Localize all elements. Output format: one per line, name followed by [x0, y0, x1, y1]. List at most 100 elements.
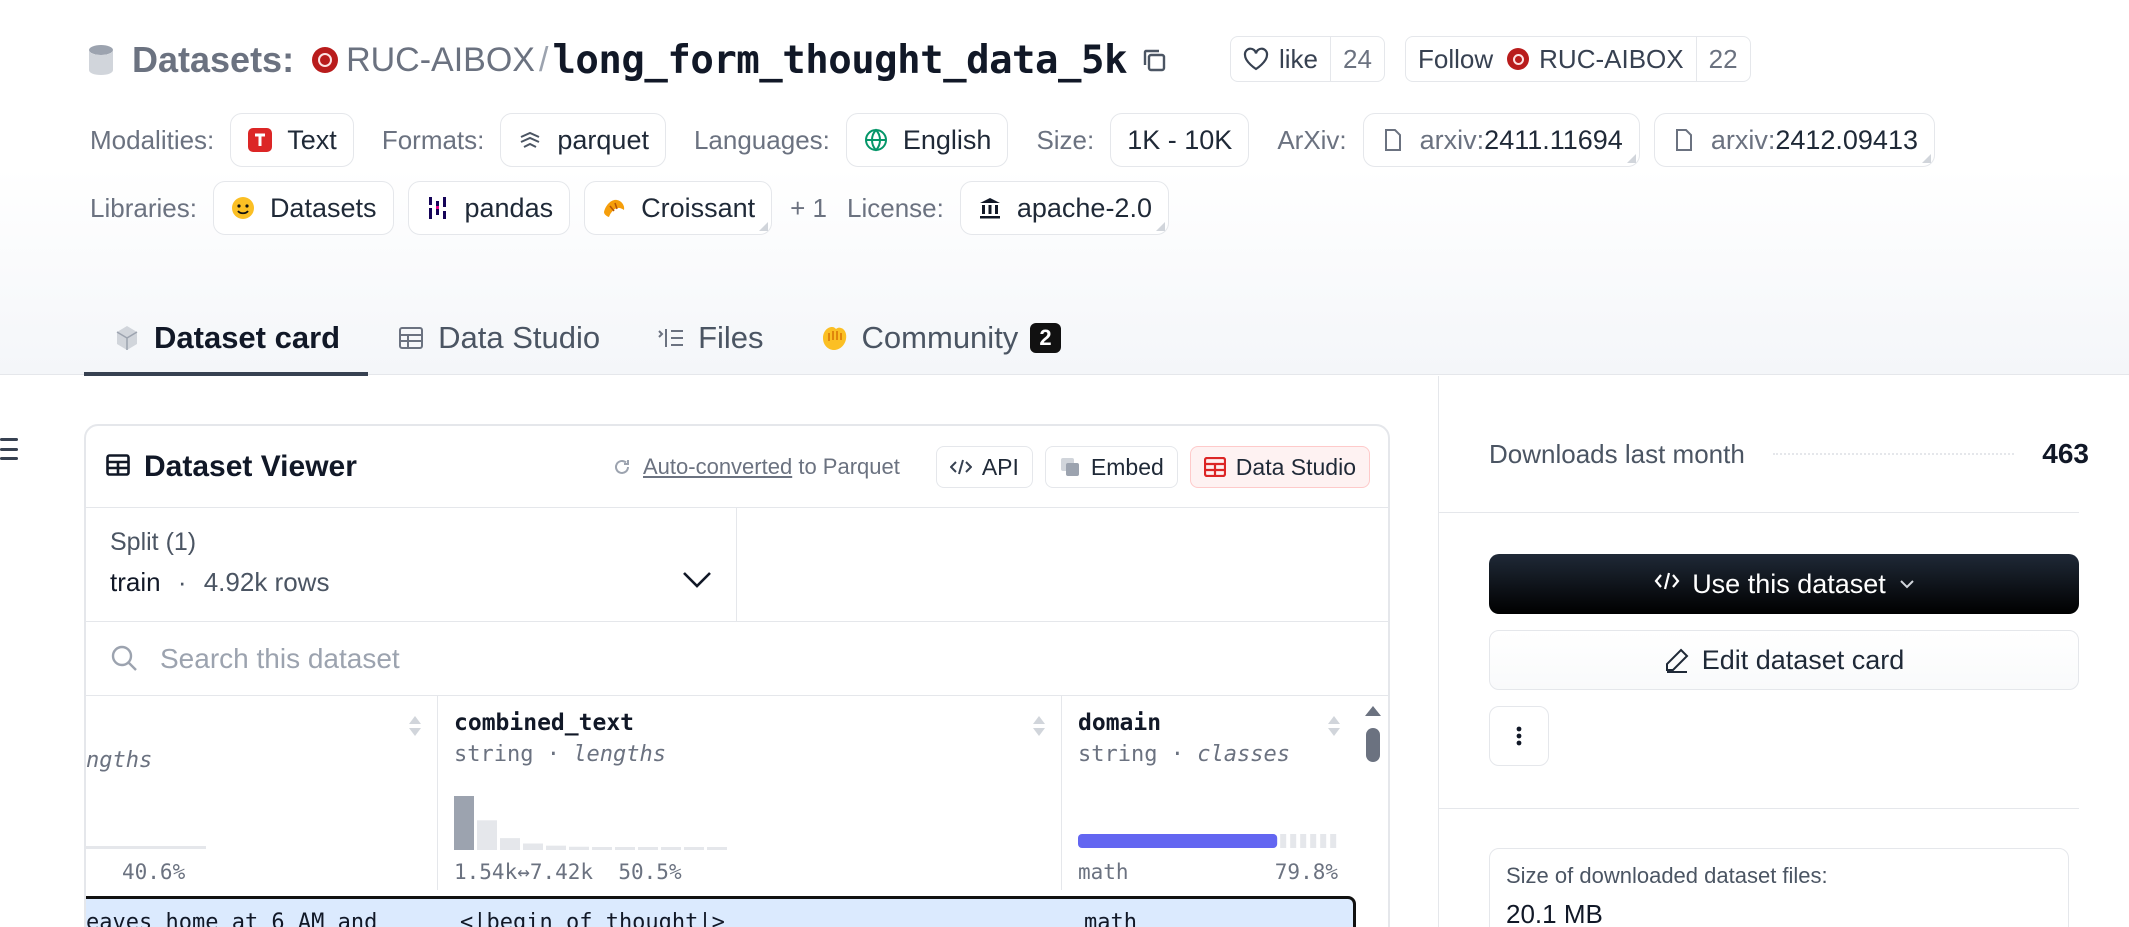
arxiv-prefix: arxiv: — [1419, 124, 1485, 155]
class-segment-other[interactable] — [1290, 834, 1297, 848]
modalities-label: Modalities: — [90, 124, 215, 155]
histogram-bar[interactable] — [523, 843, 543, 850]
column-header-combined-text[interactable]: combined_text string · lengths 1.54k↔7.4… — [438, 696, 1062, 890]
tab-label: Community — [861, 320, 1019, 355]
divider — [1439, 512, 2079, 513]
length-range: 1.54k↔7.42k — [454, 860, 594, 884]
class-segment-other[interactable] — [1280, 834, 1287, 848]
like-button[interactable]: like 24 — [1230, 36, 1385, 82]
tab-label: Dataset card — [154, 320, 341, 355]
size-tag[interactable]: 1K - 10K — [1110, 113, 1250, 167]
column-type-sep: · — [1170, 742, 1184, 767]
histogram-bar[interactable] — [615, 847, 635, 850]
cube-icon — [112, 323, 142, 353]
class-segment-other[interactable] — [1300, 834, 1307, 848]
library-tag-pandas[interactable]: pandas — [407, 181, 571, 235]
refresh-icon — [615, 459, 629, 474]
language-tag[interactable]: English — [845, 113, 1009, 167]
tab-files[interactable]: Files — [628, 300, 791, 376]
search-row — [86, 622, 1388, 696]
class-segment-other[interactable] — [1330, 834, 1337, 848]
class-distribution-bar — [1078, 834, 1337, 848]
histogram-bar[interactable] — [684, 847, 704, 850]
datasets-prefix[interactable]: Datasets: — [132, 39, 294, 81]
tab-data-studio[interactable]: Data Studio — [368, 300, 628, 376]
histogram-bar[interactable] — [454, 796, 474, 850]
title-row: Datasets: RUC-AIBOX / long_form_thought_… — [84, 30, 1169, 90]
histogram-bar[interactable] — [707, 847, 727, 850]
split-row: Split (1) train · 4.92k rows — [86, 508, 1388, 622]
histogram-bar[interactable] — [638, 847, 658, 850]
files-icon — [656, 323, 686, 353]
license-value: apache-2.0 — [1016, 192, 1152, 223]
split-selector[interactable]: Split (1) train · 4.92k rows — [86, 508, 737, 621]
column-kind: classes — [1197, 742, 1290, 767]
column-header[interactable]: ngths 40.6% — [86, 696, 438, 890]
arxiv-tag-2[interactable]: arxiv: 2412.09413 — [1653, 113, 1935, 167]
tab-dataset-card[interactable]: Dataset card — [84, 300, 369, 376]
histogram-bar[interactable] — [546, 845, 566, 850]
length-histogram — [454, 796, 727, 850]
repo-name[interactable]: long_form_thought_data_5k — [552, 38, 1127, 83]
data-studio-button[interactable]: Data Studio — [1189, 446, 1370, 488]
class-segment-other[interactable] — [1320, 834, 1327, 848]
api-button[interactable]: API — [935, 446, 1033, 488]
column-kind: lengths — [573, 742, 666, 767]
column-stat: 50.5% — [618, 860, 682, 884]
library-tag-croissant[interactable]: Croissant — [584, 181, 773, 235]
meta-row-1: Modalities: Text Formats: parquet Langua… — [90, 113, 1949, 167]
auto-converted-link[interactable]: Auto-converted — [643, 454, 792, 480]
embed-button[interactable]: Embed — [1044, 446, 1178, 488]
toc-menu-icon[interactable] — [0, 438, 18, 460]
histogram-bar[interactable] — [661, 847, 681, 850]
modality-tag[interactable]: Text — [230, 113, 354, 167]
histogram-bar[interactable] — [500, 838, 520, 850]
heart-icon — [1243, 47, 1269, 71]
parquet-icon — [517, 127, 543, 153]
follow-org: RUC-AIBOX — [1539, 43, 1684, 74]
to-parquet-text: to Parquet — [798, 454, 900, 479]
paper-icon — [1671, 127, 1697, 153]
sort-icon[interactable] — [407, 714, 423, 738]
path-separator: / — [539, 40, 549, 79]
column-type-partial: ngths — [86, 748, 153, 773]
histogram-bar[interactable] — [569, 846, 589, 850]
class-segment-other[interactable] — [1310, 834, 1317, 848]
vertical-dots-icon — [1516, 726, 1522, 746]
modality-value: Text — [287, 124, 337, 155]
community-count-badge: 2 — [1030, 323, 1061, 353]
format-tag[interactable]: parquet — [500, 113, 666, 167]
arxiv-id: 2412.09413 — [1775, 124, 1918, 155]
follow-button[interactable]: Follow RUC-AIBOX 22 — [1405, 36, 1751, 82]
histogram-bar[interactable] — [477, 820, 497, 850]
edit-dataset-card-button[interactable]: Edit dataset card — [1489, 630, 2079, 690]
croissant-icon — [601, 195, 627, 221]
use-this-dataset-button[interactable]: Use this dataset — [1489, 554, 2079, 614]
globe-icon — [863, 127, 889, 153]
class-segment-main[interactable] — [1078, 834, 1278, 848]
copy-icon[interactable] — [1139, 45, 1169, 75]
library-tag-datasets[interactable]: Datasets — [212, 181, 394, 235]
text-icon — [247, 127, 273, 153]
license-tag[interactable]: apache-2.0 — [959, 181, 1169, 235]
sort-icon[interactable] — [1031, 714, 1047, 738]
split-name: train — [110, 567, 161, 597]
license-label: License: — [847, 192, 944, 223]
org-link[interactable]: RUC-AIBOX — [346, 41, 535, 80]
table-cell: eaves home at 6 AM and — [86, 910, 378, 927]
search-input[interactable] — [160, 642, 1060, 675]
column-header-domain[interactable]: domain string · classes math 79.8% — [1062, 696, 1362, 890]
histogram-bar[interactable] — [592, 847, 612, 850]
arxiv-tag-1[interactable]: arxiv: 2411.11694 — [1362, 113, 1640, 167]
table-icon — [396, 323, 426, 353]
table-cell: <|begin_of_thought|> — [460, 910, 725, 927]
viewer-title-text: Dataset Viewer — [144, 449, 357, 483]
more-libraries-link[interactable]: + 1 — [790, 193, 827, 224]
more-options-button[interactable] — [1489, 706, 1549, 766]
sort-icon[interactable] — [1326, 714, 1342, 738]
vertical-scrollbar[interactable] — [1362, 696, 1384, 890]
histogram-baseline — [86, 846, 206, 849]
org-avatar-small — [1507, 48, 1530, 70]
top-class-name: math — [1078, 860, 1129, 884]
tab-community[interactable]: Community 2 — [792, 300, 1089, 376]
